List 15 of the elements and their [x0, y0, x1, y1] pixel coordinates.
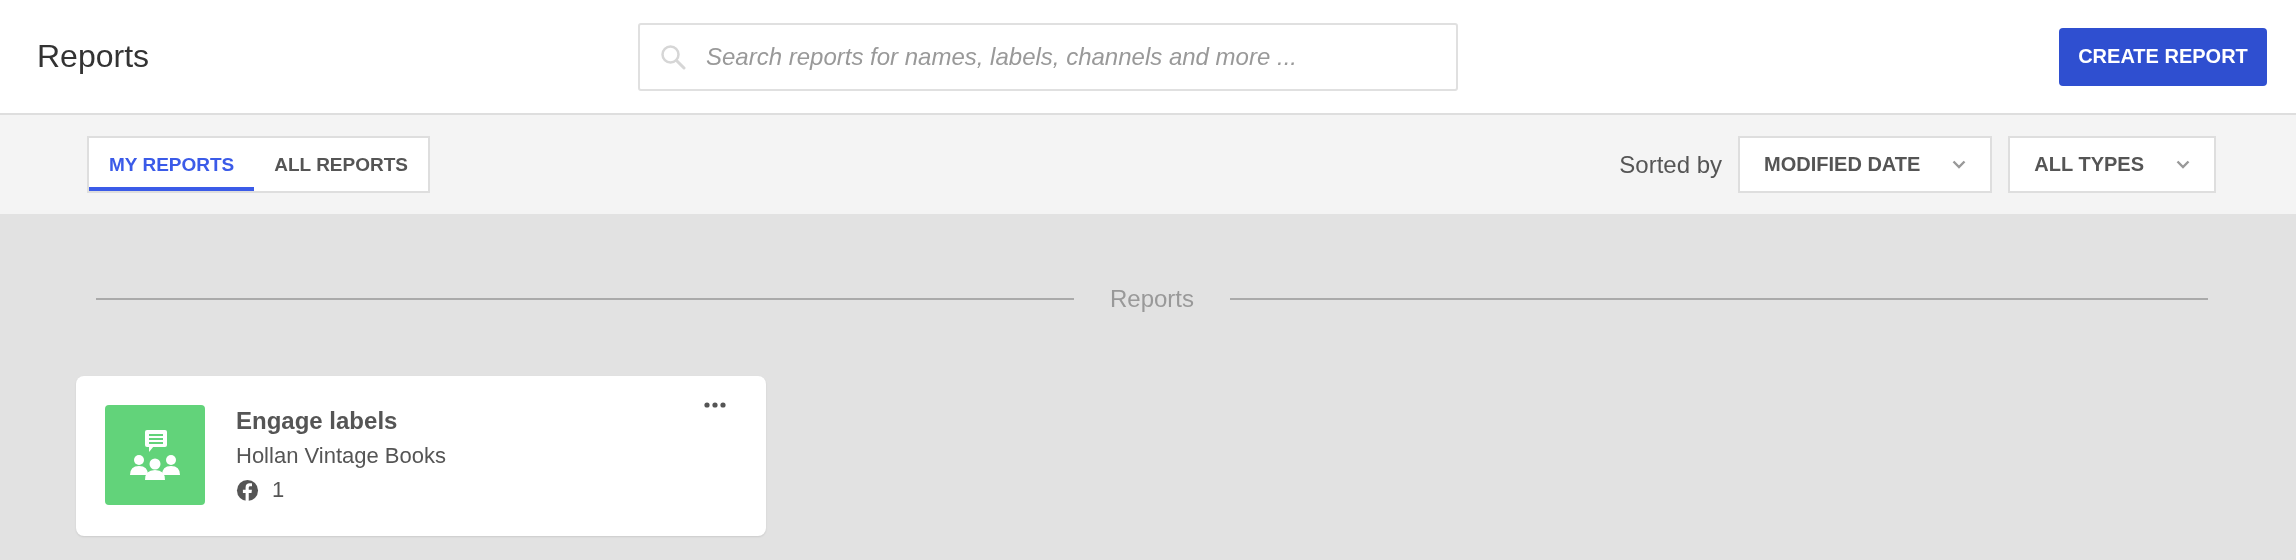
dropdown[interactable]: ALL TYPES [2008, 136, 2216, 193]
chevron-down-icon [1952, 160, 1967, 169]
chevron-down-icon [2176, 160, 2190, 169]
search-field[interactable]: Search reports for names, labels, channels and more ... [638, 22, 1458, 91]
section-title: Reports [1110, 285, 1195, 313]
facebook-icon [236, 478, 259, 502]
page-title: Reports [37, 38, 151, 75]
sort-label: Sorted by [1619, 150, 1723, 179]
dropdown[interactable]: MODIFIED DATE [1738, 136, 1993, 193]
report-subtitle: Hollan Vintage Books [236, 443, 446, 469]
report-title: Engage labels [236, 407, 399, 435]
people-chat-icon [129, 429, 181, 481]
report-card[interactable]: Engage labels Hollan Vintage Books 1 [76, 376, 766, 536]
channel-count: 1 [272, 477, 285, 503]
create-report-button[interactable]: CREATE REPORT [2059, 27, 2267, 86]
